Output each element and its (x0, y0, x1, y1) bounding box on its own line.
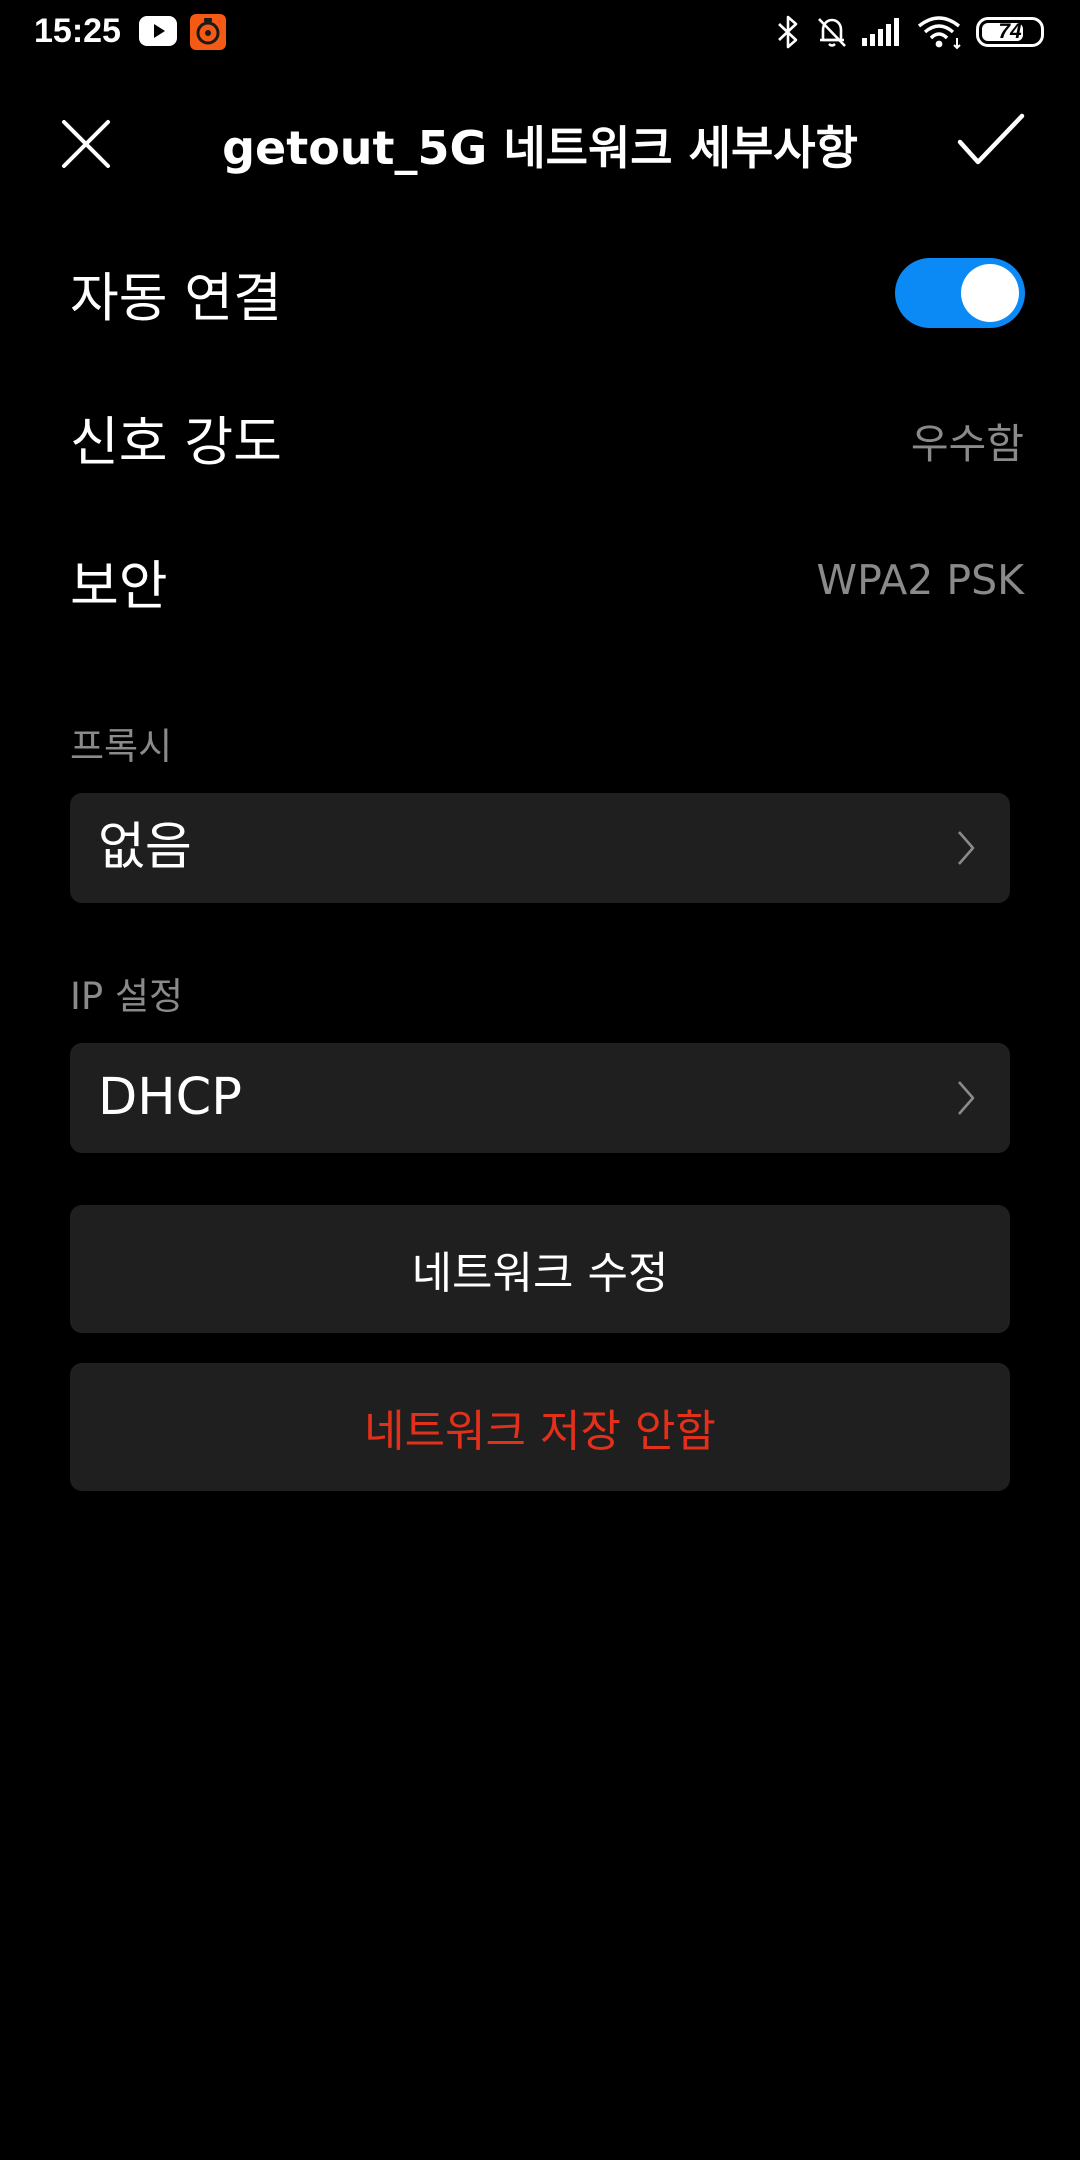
chevron-right-icon (958, 1081, 975, 1115)
proxy-selector[interactable]: 없음 (70, 793, 1010, 903)
signal-strength-value: 우수함 (910, 420, 1024, 468)
close-button[interactable] (58, 116, 114, 172)
security-label: 보안 (70, 556, 168, 617)
battery-level: 74 (998, 20, 1022, 43)
bluetooth-icon (778, 15, 798, 49)
battery-icon: 74 (976, 17, 1044, 47)
bell-muted-icon (818, 18, 846, 47)
modify-network-button[interactable]: 네트워크 수정 (70, 1205, 1010, 1333)
youtube-icon (139, 16, 177, 46)
chevron-right-icon (958, 831, 975, 865)
status-time: 15:25 (34, 12, 121, 50)
proxy-value: 없음 (98, 818, 192, 877)
wifi-icon (917, 16, 961, 50)
security-value: WPA2 PSK (816, 556, 1024, 604)
auto-connect-label: 자동 연결 (70, 268, 282, 329)
signal-strength-label: 신호 강도 (70, 412, 282, 473)
proxy-section-label: 프록시 (70, 725, 173, 768)
signal-icon (862, 18, 899, 46)
ip-settings-value: DHCP (98, 1068, 242, 1127)
wifi-network-details-screen: 15:25 74 getout_5G 네트워크 세부사항 자동 연결 신호 강도… (0, 0, 1080, 2160)
ip-settings-section-label: IP 설정 (70, 975, 184, 1018)
auto-connect-toggle[interactable] (895, 258, 1025, 328)
forget-network-button[interactable]: 네트워크 저장 안함 (70, 1363, 1010, 1491)
status-bar: 15:25 74 (0, 0, 1080, 66)
page-title: getout_5G 네트워크 세부사항 (222, 121, 858, 175)
ip-settings-selector[interactable]: DHCP (70, 1043, 1010, 1153)
confirm-button[interactable] (956, 112, 1026, 168)
app-notification-icon (190, 14, 226, 50)
toggle-knob (961, 264, 1019, 322)
